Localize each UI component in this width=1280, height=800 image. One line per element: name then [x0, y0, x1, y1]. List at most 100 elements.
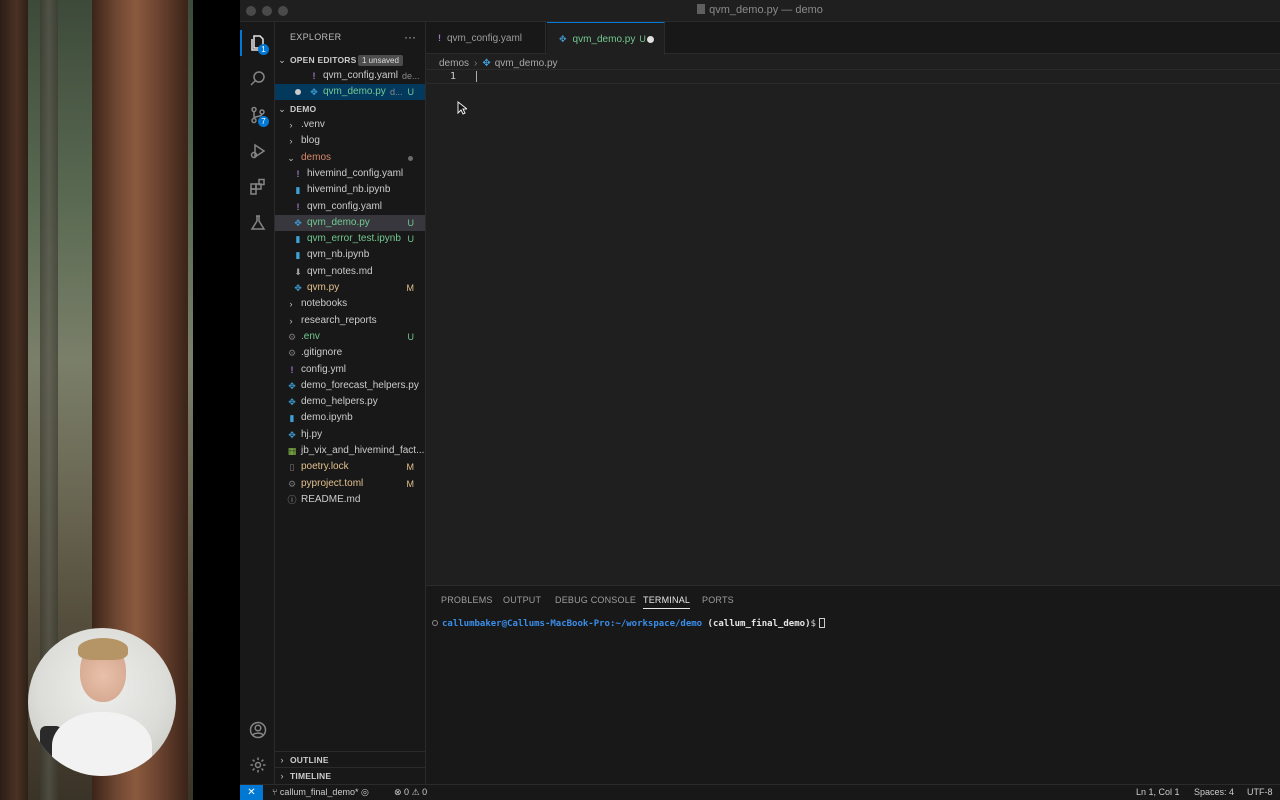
open-editors-section-header[interactable]: ⌄ OPEN EDITORS 1 unsaved [275, 52, 425, 68]
tree-folder[interactable]: ⌄ demos [275, 150, 425, 166]
extensions-activity-button[interactable] [240, 170, 275, 204]
timeline-title: TIMELINE [290, 771, 332, 781]
encoding[interactable]: UTF-8 [1247, 787, 1273, 797]
outline-section-header[interactable]: › OUTLINE [275, 751, 425, 767]
tree-item-label: poetry.lock [301, 461, 349, 473]
cursor-position[interactable]: Ln 1, Col 1 [1136, 787, 1180, 797]
tree-file[interactable]: ▦ jb_vix_and_hivemind_fact... [275, 443, 425, 459]
python-icon: ✥ [288, 429, 296, 440]
tree-file[interactable]: ✥ demo_helpers.py [275, 394, 425, 410]
tree-item-label: hj.py [301, 428, 323, 440]
settings-file-icon: ⚙ [287, 478, 297, 489]
document-icon [697, 4, 706, 14]
tab-label: qvm_config.yaml [447, 33, 523, 44]
remote-icon: ✕ [247, 787, 256, 798]
terminal-prompt[interactable]: callumbaker@Callums-MacBook-Pro:~/worksp… [432, 618, 825, 629]
tree-file[interactable]: ⓘ README.md [275, 492, 425, 508]
remote-indicator-button[interactable]: ✕ [240, 785, 263, 800]
tree-file[interactable]: ▮ hivemind_nb.ipynb [275, 182, 425, 198]
timeline-section-header[interactable]: › TIMELINE [275, 767, 425, 783]
tree-item-label: .env [301, 330, 320, 342]
explorer-title: EXPLORER [290, 32, 342, 42]
unsaved-badge: 1 unsaved [358, 55, 403, 66]
tree-folder[interactable]: › blog [275, 133, 425, 149]
manage-activity-button[interactable] [240, 748, 275, 782]
tab-problems[interactable]: PROBLEMS [441, 595, 493, 605]
testing-activity-button[interactable] [240, 206, 275, 240]
tab-terminal[interactable]: TERMINAL [643, 595, 691, 609]
sync-icon: ◎ [360, 787, 369, 797]
open-editor-item[interactable]: ! qvm_config.yaml de... [275, 68, 425, 84]
unsaved-dot-icon [295, 89, 301, 95]
explorer-badge: 1 [258, 44, 269, 55]
vscode-window: qvm_demo.py — demo 1 7 EXPLORER ··· ⌄ OP… [240, 0, 1280, 800]
editor-tabs: ! qvm_config.yaml ✥ qvm_demo.py U [426, 22, 1280, 55]
tree-file[interactable]: ! hivemind_config.yaml [275, 166, 425, 182]
git-status: U [407, 217, 415, 228]
tree-file[interactable]: ✥ hj.py [275, 427, 425, 443]
error-icon: ⊗ [394, 787, 405, 797]
tab-qvm-demo[interactable]: ✥ qvm_demo.py U [547, 22, 665, 55]
flask-icon [250, 215, 265, 230]
search-activity-button[interactable] [240, 62, 275, 96]
run-debug-activity-button[interactable] [240, 134, 275, 168]
lock-file-icon: ▯ [289, 462, 295, 473]
tree-file[interactable]: ⚙ pyproject.toml M [275, 476, 425, 492]
branch-indicator[interactable]: ⑂ callum_final_demo* ◎ [272, 787, 369, 798]
git-status: U [407, 87, 415, 97]
tree-item-label: research_reports [301, 314, 377, 326]
tree-file[interactable]: ⚙ .gitignore [275, 345, 425, 361]
tab-output[interactable]: OUTPUT [503, 595, 541, 605]
tree-folder[interactable]: › research_reports [275, 313, 425, 329]
indentation[interactable]: Spaces: 4 [1194, 787, 1234, 797]
tree-folder[interactable]: › notebooks [275, 296, 425, 312]
tab-qvm-config[interactable]: ! qvm_config.yaml [426, 22, 546, 54]
desktop-wallpaper [0, 0, 193, 800]
settings-file-icon: ⚙ [287, 348, 297, 359]
scm-badge: 7 [258, 116, 269, 127]
terminal-env: (callum_final_demo) [707, 619, 811, 629]
modified-dot-icon [408, 155, 413, 161]
tree-file[interactable]: ! qvm_config.yaml [275, 199, 425, 215]
markdown-icon: ⬇ [294, 266, 302, 277]
breadcrumb-file[interactable]: qvm_demo.py [495, 58, 558, 69]
tree-file[interactable]: ⬇ qvm_notes.md [275, 264, 425, 280]
notebook-icon: ▮ [289, 413, 295, 424]
tree-file[interactable]: ⚙ .env U [275, 329, 425, 345]
breadcrumb-folder[interactable]: demos [439, 58, 469, 69]
mouse-pointer-icon [457, 101, 467, 115]
warning-icon: ⚠ [411, 787, 423, 797]
unsaved-dot-icon[interactable] [647, 36, 654, 43]
git-status: M [406, 478, 415, 489]
tree-file[interactable]: ! config.yml [275, 362, 425, 378]
tree-file[interactable]: ✥ demo_forecast_helpers.py [275, 378, 425, 394]
tree-file[interactable]: ▯ poetry.lock M [275, 459, 425, 475]
desktop-gap [193, 0, 240, 800]
error-count: 0 [404, 787, 410, 797]
tree-file[interactable]: ✥ qvm.py M [275, 280, 425, 296]
tree-file[interactable]: ▮ qvm_error_test.ipynb U [275, 231, 425, 247]
tab-debug-console[interactable]: DEBUG CONSOLE [555, 595, 636, 605]
open-editors-title: OPEN EDITORS [290, 55, 357, 65]
tree-file[interactable]: ✥ qvm_demo.py U [275, 214, 425, 231]
problems-indicator[interactable]: ⊗ 0 ⚠ 0 [394, 787, 427, 798]
python-icon: ✥ [288, 397, 296, 408]
terminal-path: :~/workspace/demo [609, 619, 703, 629]
more-actions-icon[interactable]: ··· [404, 30, 416, 44]
tab-ports[interactable]: PORTS [702, 595, 734, 605]
webcam-hair [78, 638, 128, 660]
tree-trunk [0, 0, 28, 800]
branch-icon: ⑂ [272, 787, 280, 797]
chevron-right-icon: › [289, 315, 293, 326]
settings-file-icon: ⚙ [287, 331, 297, 342]
tree-file[interactable]: ▮ demo.ipynb [275, 410, 425, 426]
tree-file[interactable]: ▮ qvm_nb.ipynb [275, 247, 425, 263]
accounts-activity-button[interactable] [240, 713, 275, 747]
explorer-activity-button[interactable]: 1 [240, 26, 275, 60]
chevron-down-icon: ⌄ [287, 152, 295, 163]
tree-folder[interactable]: › .venv [275, 117, 425, 133]
editor-current-line[interactable]: 1 [426, 69, 1280, 84]
demo-section-header[interactable]: ⌄ DEMO [275, 101, 425, 117]
source-control-activity-button[interactable]: 7 [240, 98, 275, 132]
open-editor-item-active[interactable]: ✥ qvm_demo.py d... U [275, 84, 425, 100]
